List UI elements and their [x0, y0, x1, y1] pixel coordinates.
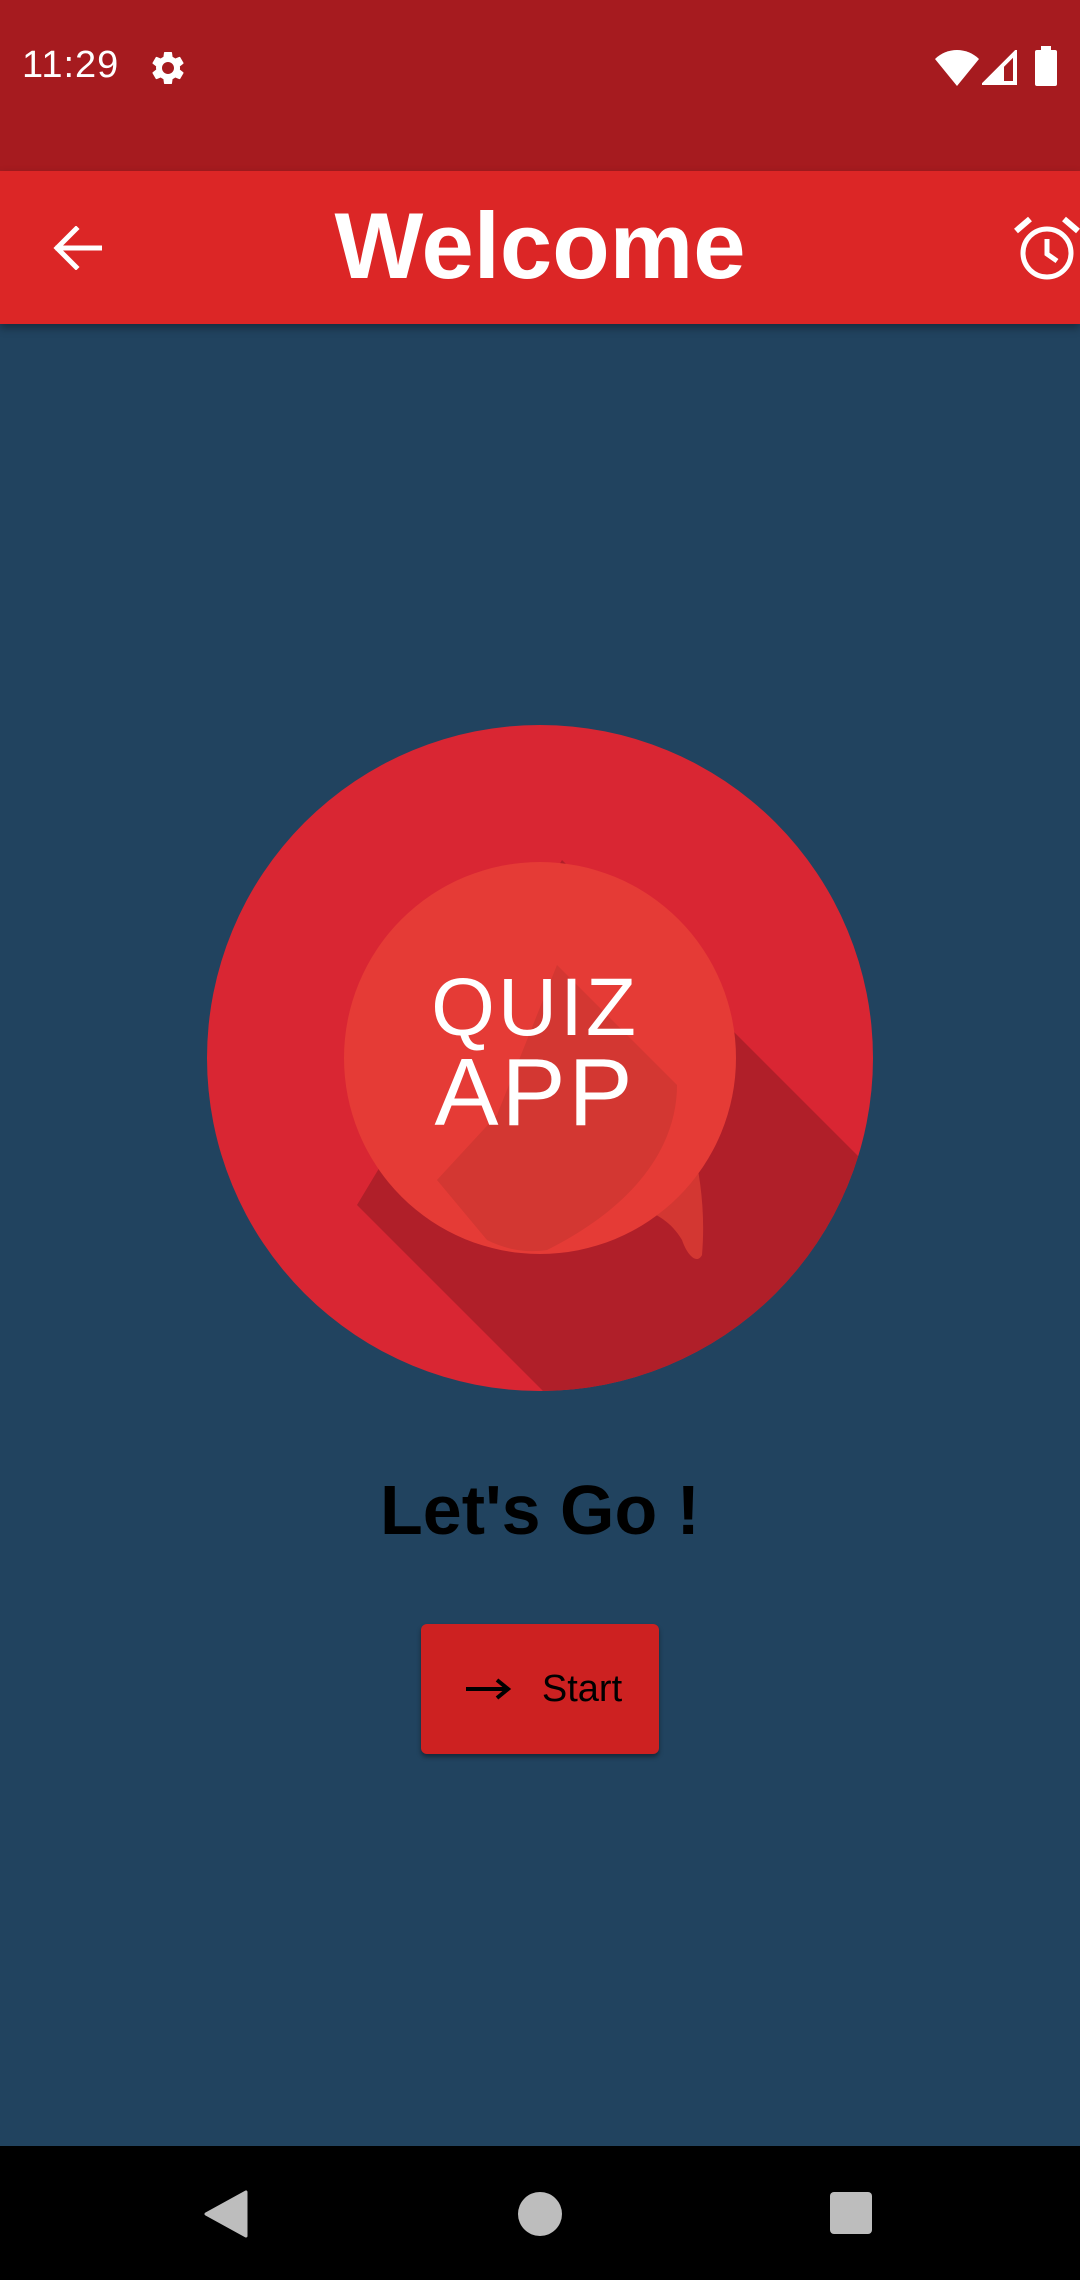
- welcome-screen: 11:29 Welcome QUIZ APP Let's Go ! Start: [0, 0, 1080, 2280]
- arrow-right-icon: [465, 1678, 512, 1700]
- wifi-icon: [935, 50, 979, 86]
- nav-back-icon[interactable]: [202, 2190, 248, 2238]
- gear-icon: [152, 51, 184, 84]
- alarm-clock-icon: [1014, 216, 1080, 280]
- nav-home-icon[interactable]: [518, 2192, 562, 2236]
- alarm-button[interactable]: [1012, 215, 1080, 285]
- start-button-label: Start: [541, 1667, 623, 1710]
- start-button[interactable]: Start: [421, 1624, 659, 1754]
- status-time: 11:29: [22, 44, 120, 86]
- nav-recents-icon[interactable]: [830, 2192, 872, 2234]
- quiz-app-logo: QUIZ APP: [207, 725, 873, 1391]
- navigation-bar: [0, 2146, 1080, 2280]
- battery-icon: [1035, 46, 1057, 86]
- logo-line2: APP: [434, 1039, 635, 1146]
- greeting-text: Let's Go !: [380, 1471, 700, 1549]
- app-bar: Welcome: [0, 171, 1080, 324]
- status-bar: 11:29: [0, 0, 1080, 171]
- signal-icon: [982, 50, 1017, 85]
- page-title: Welcome: [334, 193, 746, 298]
